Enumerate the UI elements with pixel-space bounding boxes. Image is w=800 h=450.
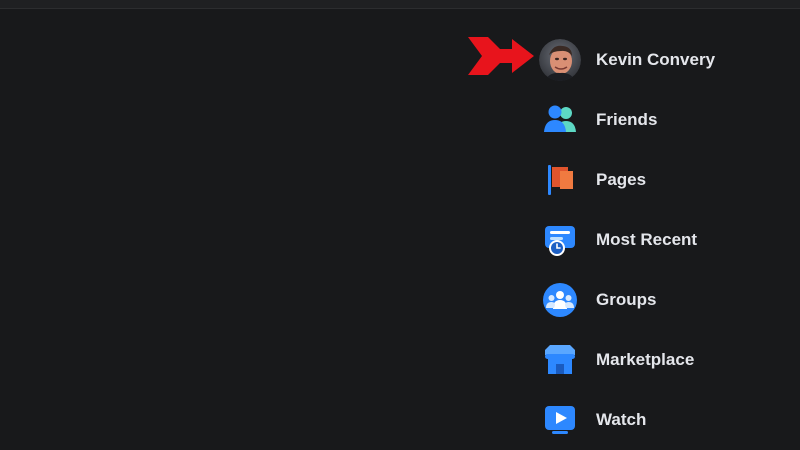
storefront-icon [538,338,582,382]
nav-item-friends[interactable]: Friends [538,90,800,150]
nav-label-profile: Kevin Convery [596,50,716,69]
shortcuts-nav: Kevin Convery Friends Pages Most Recent … [538,30,800,450]
nav-item-profile[interactable]: Kevin Convery [538,30,800,90]
nav-label-watch: Watch [596,410,647,429]
nav-label-most-recent: Most Recent [596,230,698,249]
groups-icon [538,278,582,322]
feed-clock-icon [538,218,582,262]
avatar [538,38,582,82]
video-play-icon [538,398,582,442]
flag-icon [538,158,582,202]
nav-item-groups[interactable]: Groups [538,270,800,330]
nav-label-friends: Friends [596,110,658,129]
nav-item-pages[interactable]: Pages [538,150,800,210]
nav-item-marketplace[interactable]: Marketplace [538,330,800,390]
nav-label-pages: Pages [596,170,647,189]
nav-label-marketplace: Marketplace [596,350,695,369]
top-bar [0,0,800,9]
nav-item-most-recent[interactable]: Most Recent [538,210,800,270]
nav-label-groups: Groups [596,290,657,309]
nav-item-watch[interactable]: Watch [538,390,800,450]
red-arrow-icon [468,37,534,75]
friends-icon [538,98,582,142]
